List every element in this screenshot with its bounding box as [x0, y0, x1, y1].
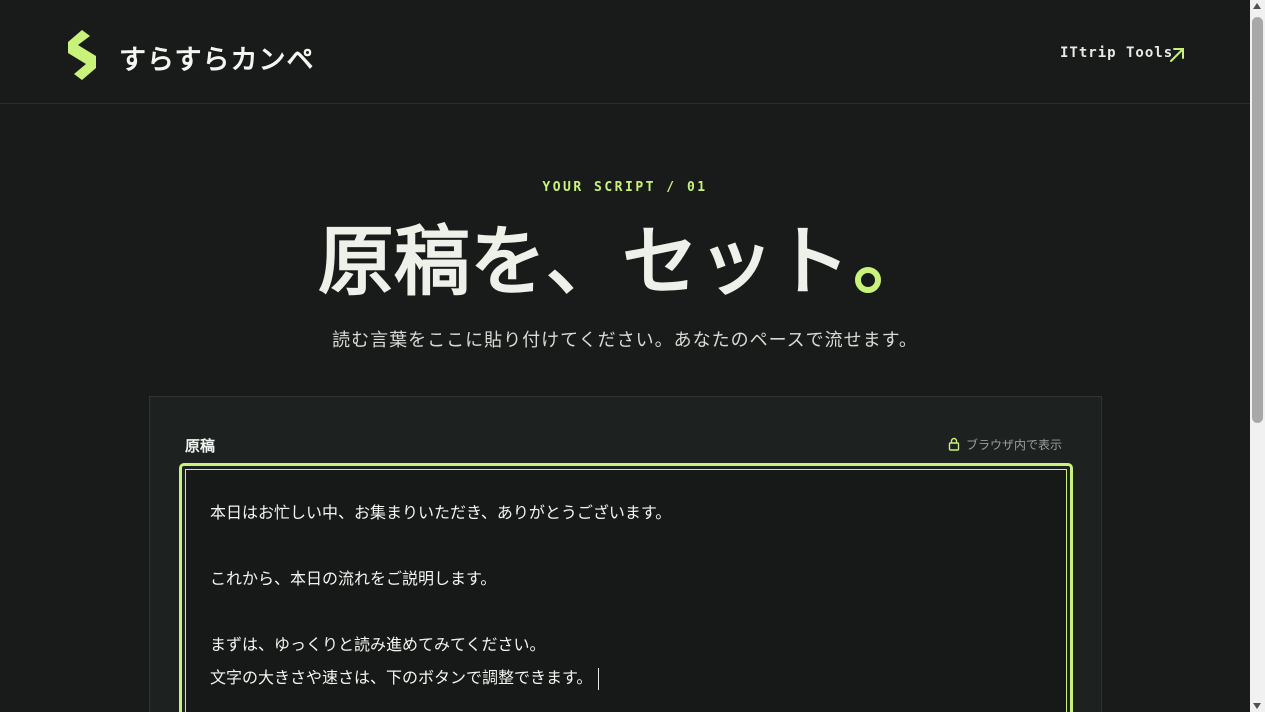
page-title: 原稿を、セット — [318, 217, 850, 306]
site-header: すらすらカンペ ITtrip Tools — [0, 0, 1250, 104]
logo-text[interactable]: すらすらカンペ — [119, 38, 314, 77]
script-line-text: 文字の大きさや速さは、下のボタンで調整できます。 — [210, 668, 593, 687]
text-caret — [598, 667, 600, 690]
arrow-up-right-icon[interactable] — [1168, 46, 1186, 64]
script-line — [210, 595, 1042, 628]
script-textarea[interactable]: 本日はお忙しい中、お集まりいただき、ありがとうございます。 これから、本日の流れ… — [185, 469, 1067, 712]
privacy-note: ブラウザ内で表示 — [948, 436, 1062, 452]
scroll-thumb[interactable] — [1252, 17, 1263, 423]
script-line: これから、本日の流れをご説明します。 — [210, 569, 497, 588]
page-scrollbar[interactable] — [1250, 0, 1265, 712]
section-eyebrow: YOUR SCRIPT / 01 — [542, 180, 708, 195]
logo-s-icon[interactable] — [64, 28, 100, 82]
lock-icon — [948, 437, 960, 451]
title-period-dot — [855, 267, 881, 293]
scroll-down-arrow-icon[interactable] — [1253, 703, 1261, 709]
script-line: まずは、ゆっくりと読み進めてみてください。 — [210, 635, 546, 654]
page: すらすらカンペ ITtrip Tools YOUR SCRIPT / 01 原稿… — [0, 0, 1265, 712]
scroll-up-arrow-icon[interactable] — [1253, 3, 1261, 9]
privacy-text: ブラウザ内で表示 — [966, 437, 1063, 452]
ittrip-tools-link[interactable]: ITtrip Tools — [1060, 45, 1173, 61]
script-line-last: 文字の大きさや速さは、下のボタンで調整できます。 — [210, 661, 1042, 694]
script-line — [210, 529, 1042, 562]
script-label: 原稿 — [185, 437, 216, 455]
script-line: 本日はお忙しい中、お集まりいただき、ありがとうございます。 — [210, 503, 672, 522]
page-subtitle: 読む言葉をここに貼り付けてください。あなたのペースで流せます。 — [332, 330, 918, 351]
